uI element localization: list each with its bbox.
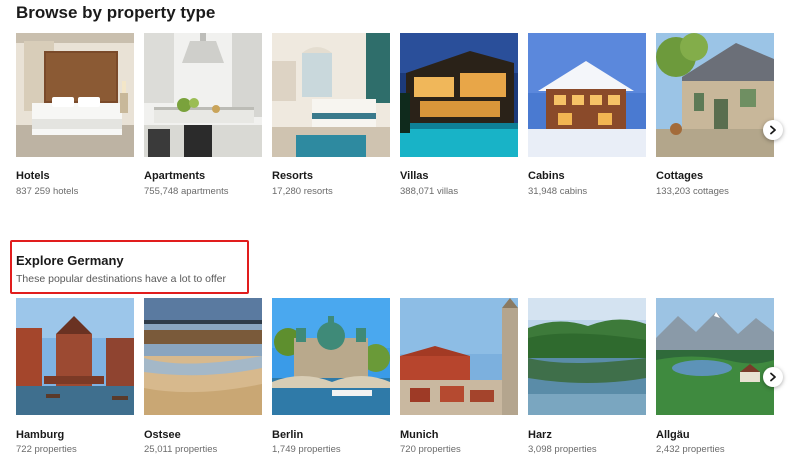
property-card-name: Cabins [528, 170, 565, 182]
hamburg-photo [16, 298, 134, 415]
ostsee-beach-photo [144, 298, 262, 415]
chevron-right-icon [770, 125, 776, 135]
hotel-room-photo [16, 33, 134, 157]
destination-card-name: Munich [400, 429, 439, 441]
property-card-cottages[interactable]: Cottages 133,203 cottages [656, 33, 774, 197]
destination-card-count: 25,011 properties [144, 444, 218, 455]
property-card-resorts[interactable]: Resorts 17,280 resorts [272, 33, 390, 197]
property-type-heading: Browse by property type [16, 3, 216, 22]
property-card-count: 837 259 hotels [16, 186, 79, 197]
resort-room-photo [272, 33, 390, 157]
destination-card-hamburg[interactable]: Hamburg 722 properties [16, 298, 134, 455]
destination-card-name: Allgäu [656, 429, 690, 441]
property-card-count: 133,203 cottages [656, 186, 729, 197]
property-card-count: 388,071 villas [400, 186, 459, 197]
property-card-name: Resorts [272, 170, 313, 182]
destination-card-count: 722 properties [16, 444, 77, 455]
property-carousel-next-button[interactable] [763, 120, 783, 140]
property-card-count: 31,948 cabins [528, 186, 588, 197]
snowy-cabin-photo [528, 33, 646, 157]
property-card-name: Villas [400, 170, 429, 182]
property-type-carousel: Hotels 837 259 hotels Apartments 755,748… [16, 33, 800, 203]
destination-card-munich[interactable]: Munich 720 properties [400, 298, 518, 455]
villa-pool-night-photo [400, 33, 518, 157]
chevron-right-icon [770, 372, 776, 382]
destination-card-name: Harz [528, 429, 552, 441]
allgaeu-mountains-photo [656, 298, 774, 415]
harz-lake-photo [528, 298, 646, 415]
destination-card-allgaeu[interactable]: Allgäu 2,432 properties [656, 298, 774, 455]
property-card-cabins[interactable]: Cabins 31,948 cabins [528, 33, 646, 197]
apartment-kitchen-photo [144, 33, 262, 157]
destination-card-berlin[interactable]: Berlin 1,749 properties [272, 298, 390, 455]
munich-rooftops-photo [400, 298, 518, 415]
property-card-count: 17,280 resorts [272, 186, 333, 197]
destination-card-name: Hamburg [16, 429, 65, 441]
property-card-apartments[interactable]: Apartments 755,748 apartments [144, 33, 262, 197]
destination-card-count: 2,432 properties [656, 444, 725, 455]
berlin-cathedral-photo [272, 298, 390, 415]
explore-subheading: These popular destinations have a lot to… [16, 273, 226, 285]
destination-card-count: 1,749 properties [272, 444, 341, 455]
property-card-name: Cottages [656, 170, 704, 182]
stone-cottage-photo [656, 33, 774, 157]
destination-card-count: 720 properties [400, 444, 461, 455]
destination-carousel: Hamburg 722 properties Ostsee 25,011 pro… [16, 298, 800, 465]
destination-card-count: 3,098 properties [528, 444, 597, 455]
property-card-name: Hotels [16, 170, 50, 182]
property-card-name: Apartments [144, 170, 206, 182]
destination-card-name: Berlin [272, 429, 304, 441]
explore-heading: Explore Germany [16, 253, 124, 268]
destination-card-ostsee[interactable]: Ostsee 25,011 properties [144, 298, 262, 455]
property-card-hotels[interactable]: Hotels 837 259 hotels [16, 33, 134, 197]
destination-carousel-next-button[interactable] [763, 367, 783, 387]
destination-card-harz[interactable]: Harz 3,098 properties [528, 298, 646, 455]
property-card-count: 755,748 apartments [144, 186, 229, 197]
property-card-villas[interactable]: Villas 388,071 villas [400, 33, 518, 197]
destination-card-name: Ostsee [144, 429, 181, 441]
